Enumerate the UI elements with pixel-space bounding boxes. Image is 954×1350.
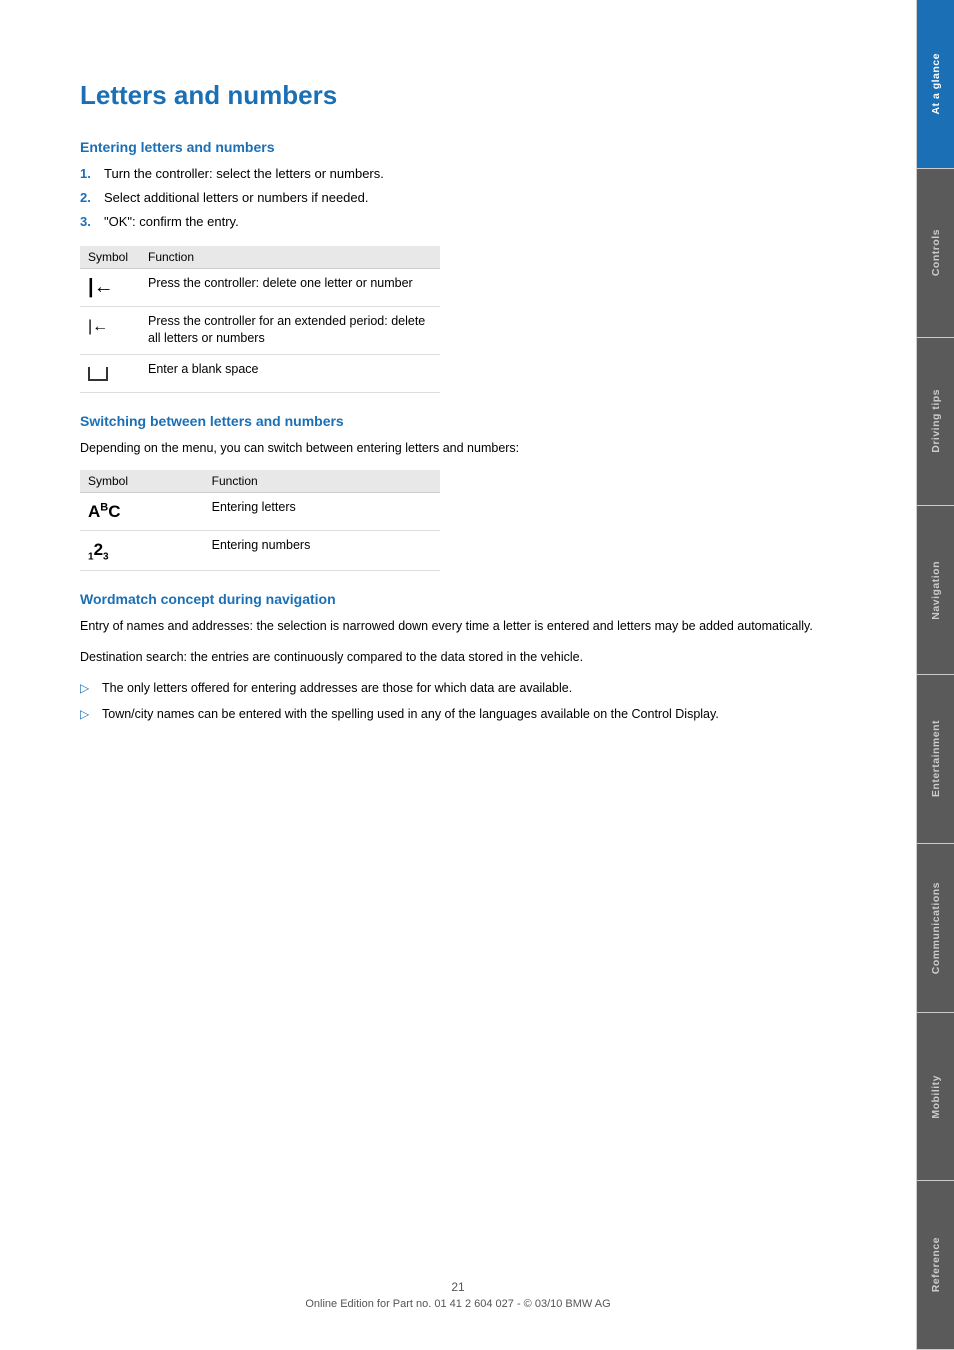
tab-navigation[interactable]: Navigation [917,506,954,675]
section1-heading: Entering letters and numbers [80,139,866,155]
bullet-1-text: The only letters offered for entering ad… [102,679,572,697]
symbol-backspace1: |← [80,268,140,306]
tab-mobility[interactable]: Mobility [917,1013,954,1182]
tab-label-at-a-glance: At a glance [930,53,942,115]
bullet-arrow-2: ▷ [80,706,98,723]
bullet-2: ▷ Town/city names can be entered with th… [80,705,866,723]
step-1-num: 1. [80,165,100,183]
page-title: Letters and numbers [80,80,866,111]
func-space: Enter a blank space [140,354,440,392]
func-123: Entering numbers [204,530,440,570]
symbol-abc: ABC [80,492,204,530]
step-3-num: 3. [80,213,100,231]
tab-label-controls: Controls [930,229,942,276]
step-2-text: Select additional letters or numbers if … [104,189,369,207]
tab-at-a-glance[interactable]: At a glance [917,0,954,169]
symbol-table-2: Symbol Function ABC Entering letters 123… [80,470,440,572]
step-3-text: "OK": confirm the entry. [104,213,239,231]
tab-driving-tips[interactable]: Driving tips [917,338,954,507]
table-row: |← Press the controller: delete one lett… [80,268,440,306]
main-content: Letters and numbers Entering letters and… [0,0,916,1350]
func-backspace1: Press the controller: delete one letter … [140,268,440,306]
tab-entertainment[interactable]: Entertainment [917,675,954,844]
symbol-123: 123 [80,530,204,570]
table-row: ABC Entering letters [80,492,440,530]
symbol-table-1: Symbol Function |← Press the controller:… [80,246,440,393]
footer: 21 Online Edition for Part no. 01 41 2 6… [0,1280,916,1310]
table-row: Enter a blank space [80,354,440,392]
step-1-text: Turn the controller: select the letters … [104,165,384,183]
step-2-num: 2. [80,189,100,207]
table2-col2: Function [204,470,440,493]
tab-label-communications: Communications [930,882,942,974]
table2-col1: Symbol [80,470,204,493]
table-row: |← Press the controller for an extended … [80,306,440,354]
tab-reference[interactable]: Reference [917,1181,954,1350]
tab-label-reference: Reference [930,1237,942,1292]
section2-body: Depending on the menu, you can switch be… [80,439,866,458]
bullet-1: ▷ The only letters offered for entering … [80,679,866,697]
section3-heading: Wordmatch concept during navigation [80,591,866,607]
tab-label-entertainment: Entertainment [930,720,942,797]
func-backspace2: Press the controller for an extended per… [140,306,440,354]
steps-list: 1. Turn the controller: select the lette… [80,165,866,232]
table1-col2: Function [140,246,440,269]
bullet-list: ▷ The only letters offered for entering … [80,679,866,724]
func-abc: Entering letters [204,492,440,530]
table-row: 123 Entering numbers [80,530,440,570]
section3-body2: Destination search: the entries are cont… [80,648,866,667]
tab-communications[interactable]: Communications [917,844,954,1013]
section2-heading: Switching between letters and numbers [80,413,866,429]
table1-col1: Symbol [80,246,140,269]
right-sidebar: At a glance Controls Driving tips Naviga… [916,0,954,1350]
bullet-2-text: Town/city names can be entered with the … [102,705,719,723]
tab-controls[interactable]: Controls [917,169,954,338]
bullet-arrow-1: ▷ [80,680,98,697]
tab-label-mobility: Mobility [930,1075,942,1119]
step-3: 3. "OK": confirm the entry. [80,213,866,231]
symbol-backspace2: |← [80,306,140,354]
footer-edition: Online Edition for Part no. 01 41 2 604 … [305,1298,610,1310]
tab-label-navigation: Navigation [930,561,942,620]
page-number: 21 [0,1280,916,1294]
step-1: 1. Turn the controller: select the lette… [80,165,866,183]
step-2: 2. Select additional letters or numbers … [80,189,866,207]
tab-label-driving-tips: Driving tips [930,389,942,453]
section3-body1: Entry of names and addresses: the select… [80,617,866,636]
symbol-space [80,354,140,392]
